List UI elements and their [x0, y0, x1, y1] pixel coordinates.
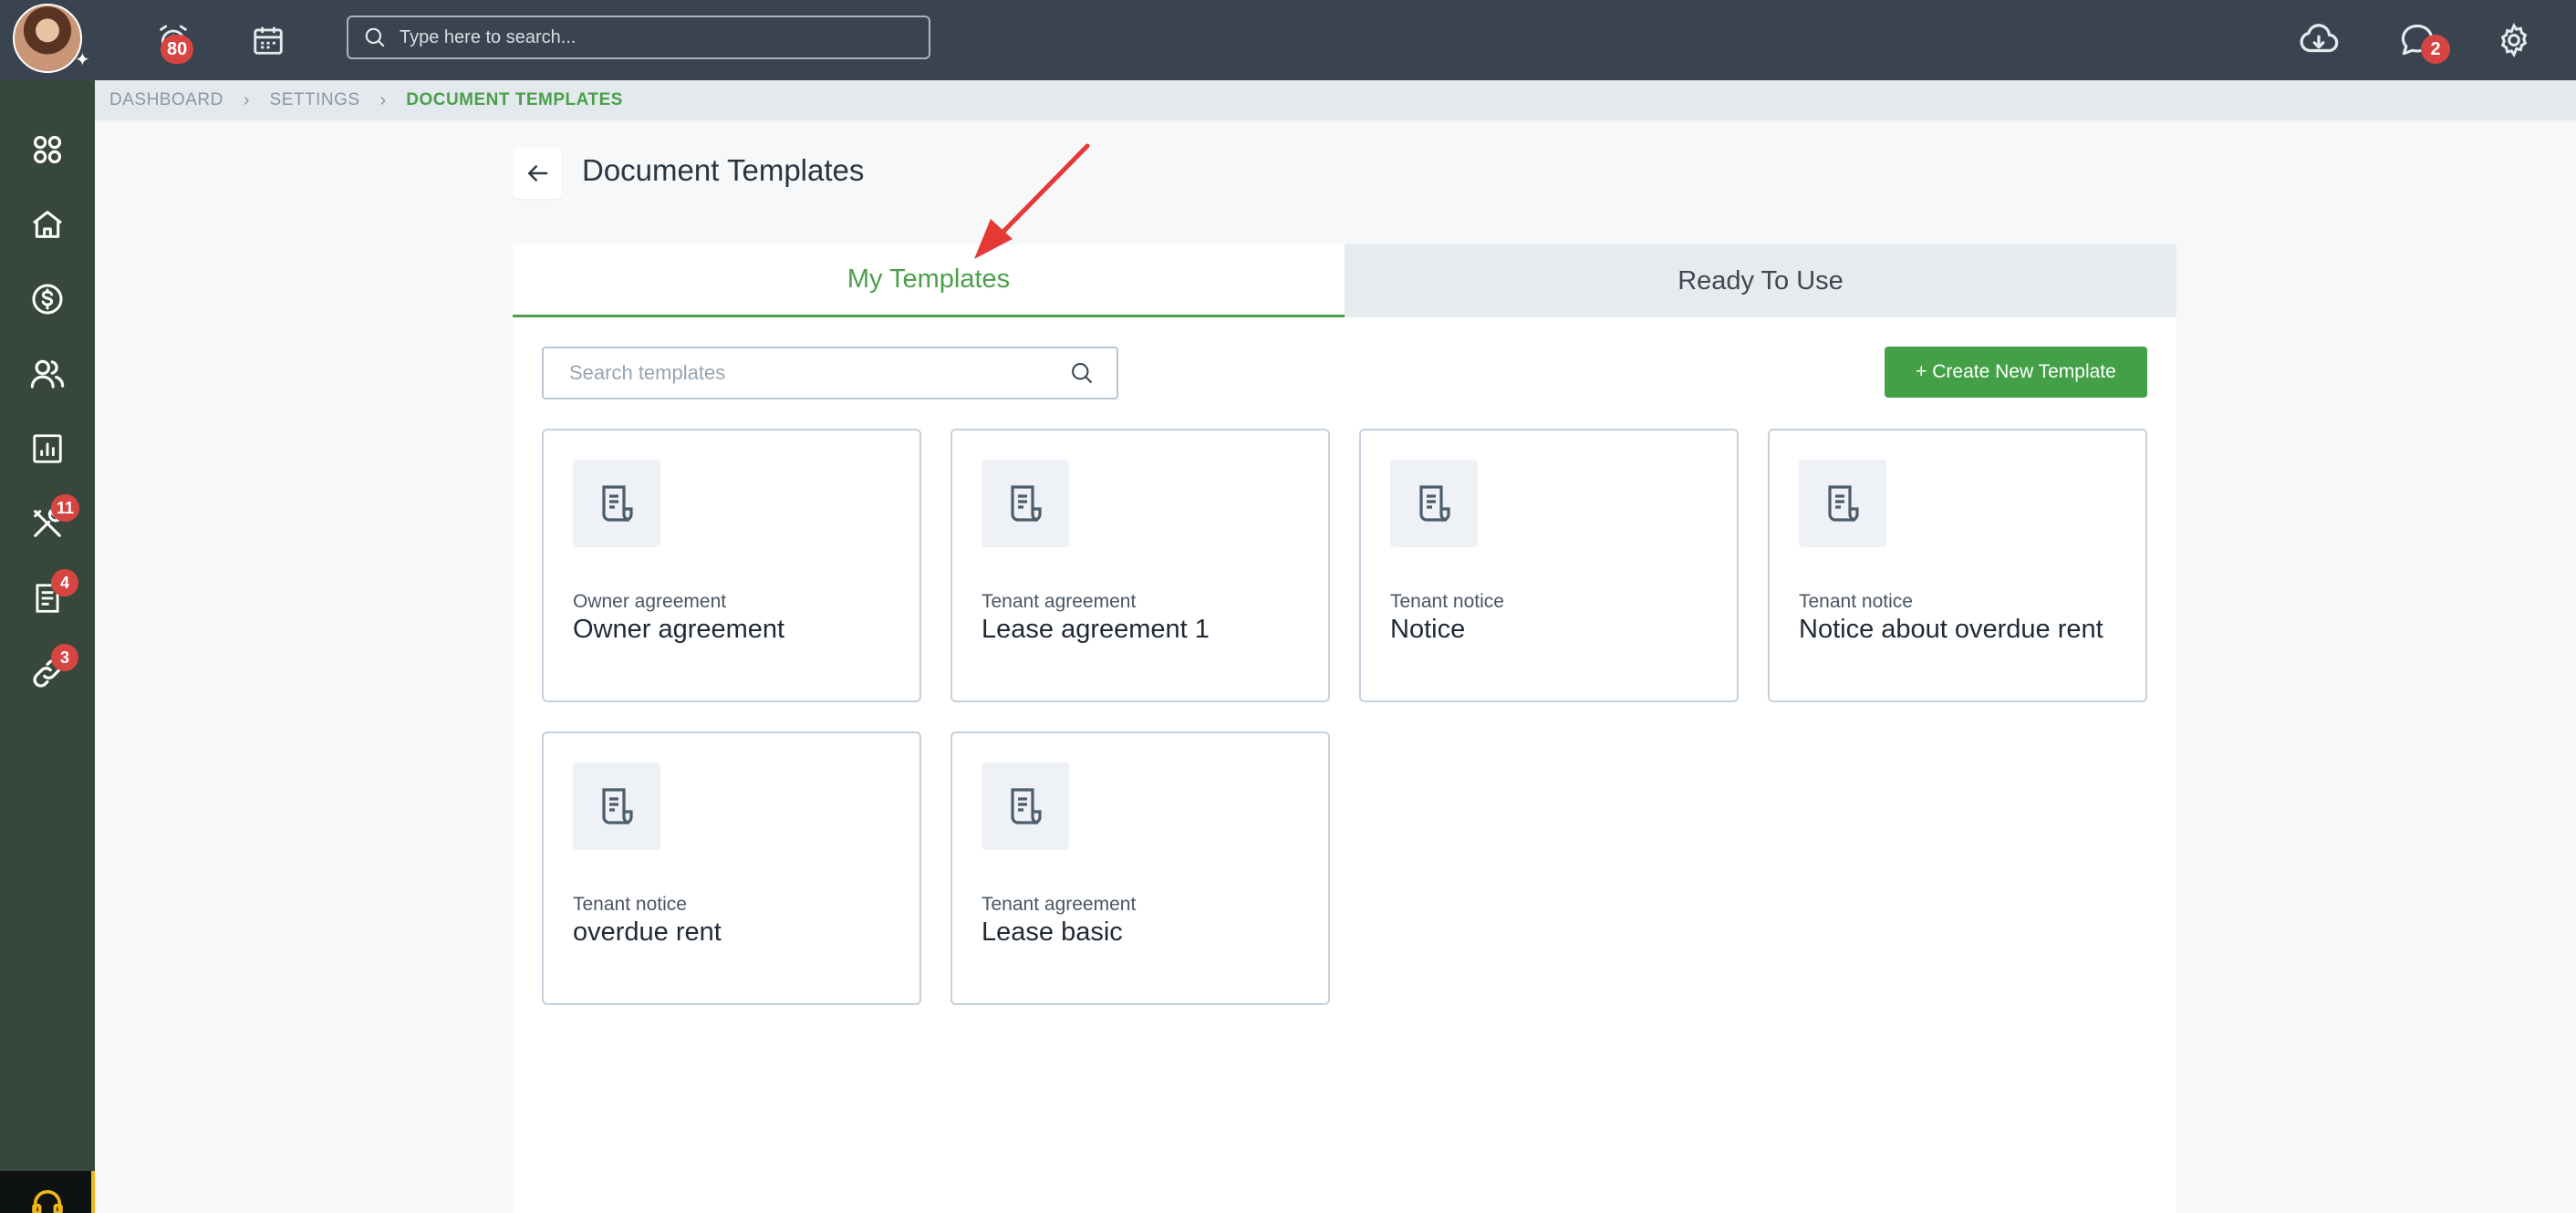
- template-document-icon: [1799, 460, 1886, 547]
- search-icon[interactable]: [1069, 360, 1095, 386]
- templates-search[interactable]: [542, 347, 1118, 399]
- maintenance-badge: 11: [51, 494, 80, 522]
- template-category: Tenant notice: [573, 894, 687, 915]
- dashboard-grid-icon: [33, 135, 62, 164]
- template-category: Tenant notice: [1390, 591, 1504, 612]
- settings-button[interactable]: [2488, 15, 2540, 66]
- chevron-right-icon: ›: [243, 89, 250, 110]
- sidebar-item-home[interactable]: [0, 188, 95, 261]
- integrations-badge: 3: [51, 644, 78, 671]
- reports-chart-icon: [33, 434, 62, 463]
- create-new-template-button[interactable]: + Create New Template: [1885, 347, 2147, 398]
- messages-button[interactable]: 2: [2392, 15, 2450, 66]
- user-avatar[interactable]: [13, 4, 82, 73]
- dollar-circle-icon: [32, 284, 63, 315]
- global-search[interactable]: [347, 16, 930, 59]
- template-card[interactable]: Owner agreement Owner agreement: [542, 429, 921, 702]
- calendar-button[interactable]: [243, 15, 294, 66]
- sidebar-item-integrations[interactable]: 3: [0, 637, 95, 710]
- template-name: Notice about overdue rent: [1799, 615, 2103, 644]
- sidebar-item-dashboard[interactable]: [0, 113, 95, 186]
- global-search-input[interactable]: [400, 26, 910, 48]
- template-document-icon: [982, 460, 1069, 547]
- breadcrumb-settings[interactable]: SETTINGS: [270, 90, 360, 110]
- messages-badge: 2: [2421, 35, 2450, 64]
- template-card[interactable]: Tenant agreement Lease agreement 1: [950, 429, 1330, 702]
- page-title: Document Templates: [582, 153, 865, 187]
- template-card[interactable]: Tenant agreement Lease basic: [950, 731, 1330, 1005]
- template-category: Tenant notice: [1799, 591, 1913, 612]
- breadcrumb-document-templates: DOCUMENT TEMPLATES: [406, 90, 623, 109]
- template-document-icon: [982, 762, 1069, 850]
- alarm-badge: 80: [161, 35, 194, 64]
- template-category: Owner agreement: [573, 591, 727, 612]
- headset-icon: [32, 1189, 63, 1213]
- tab-ready-to-use[interactable]: Ready To Use: [1345, 244, 2176, 317]
- calendar-icon: [254, 26, 283, 55]
- tab-my-templates[interactable]: My Templates: [513, 244, 1345, 317]
- cloud-download-icon: [2300, 24, 2339, 53]
- sidebar: 11 4 3: [0, 80, 95, 1213]
- template-name: Owner agreement: [573, 615, 785, 644]
- sidebar-item-documents[interactable]: 4: [0, 562, 95, 635]
- search-icon: [365, 27, 385, 47]
- template-name: Notice: [1390, 615, 1466, 644]
- documents-badge: 4: [51, 569, 78, 596]
- template-document-icon: [573, 762, 660, 850]
- gear-icon: [2500, 23, 2528, 57]
- templates-panel: My Templates Ready To Use + Create New T…: [513, 244, 2176, 1213]
- pin-icon: ✦: [75, 50, 90, 70]
- chevron-right-icon: ›: [379, 89, 387, 110]
- template-name: overdue rent: [573, 918, 722, 947]
- breadcrumb-dashboard[interactable]: DASHBOARD: [109, 90, 223, 110]
- template-document-icon: [1390, 460, 1478, 547]
- cloud-download-button[interactable]: [2293, 15, 2344, 66]
- top-bar: ✦ 80 2: [0, 0, 2576, 80]
- sidebar-item-maintenance[interactable]: 11: [0, 487, 95, 560]
- template-card[interactable]: Tenant notice Notice about overdue rent: [1768, 429, 2147, 702]
- alarm-clock-button[interactable]: 80: [148, 15, 199, 66]
- sidebar-item-people[interactable]: [0, 337, 95, 410]
- home-icon: [33, 211, 62, 238]
- template-name: Lease basic: [982, 918, 1123, 947]
- template-card[interactable]: Tenant notice overdue rent: [542, 731, 921, 1005]
- breadcrumb: DASHBOARD › SETTINGS › DOCUMENT TEMPLATE…: [95, 80, 2576, 120]
- template-category: Tenant agreement: [982, 894, 1137, 915]
- support-accent: [91, 1171, 95, 1213]
- template-category: Tenant agreement: [982, 591, 1137, 612]
- sidebar-item-accounting[interactable]: [0, 263, 95, 336]
- people-icon: [30, 359, 65, 389]
- support-button[interactable]: [0, 1171, 95, 1213]
- template-document-icon: [573, 460, 660, 547]
- template-name: Lease agreement 1: [982, 615, 1210, 644]
- templates-search-input[interactable]: [569, 361, 1069, 385]
- sidebar-item-reports[interactable]: [0, 412, 95, 485]
- back-button[interactable]: [513, 148, 562, 199]
- template-card[interactable]: Tenant notice Notice: [1359, 429, 1739, 702]
- arrow-left-icon: [528, 165, 548, 181]
